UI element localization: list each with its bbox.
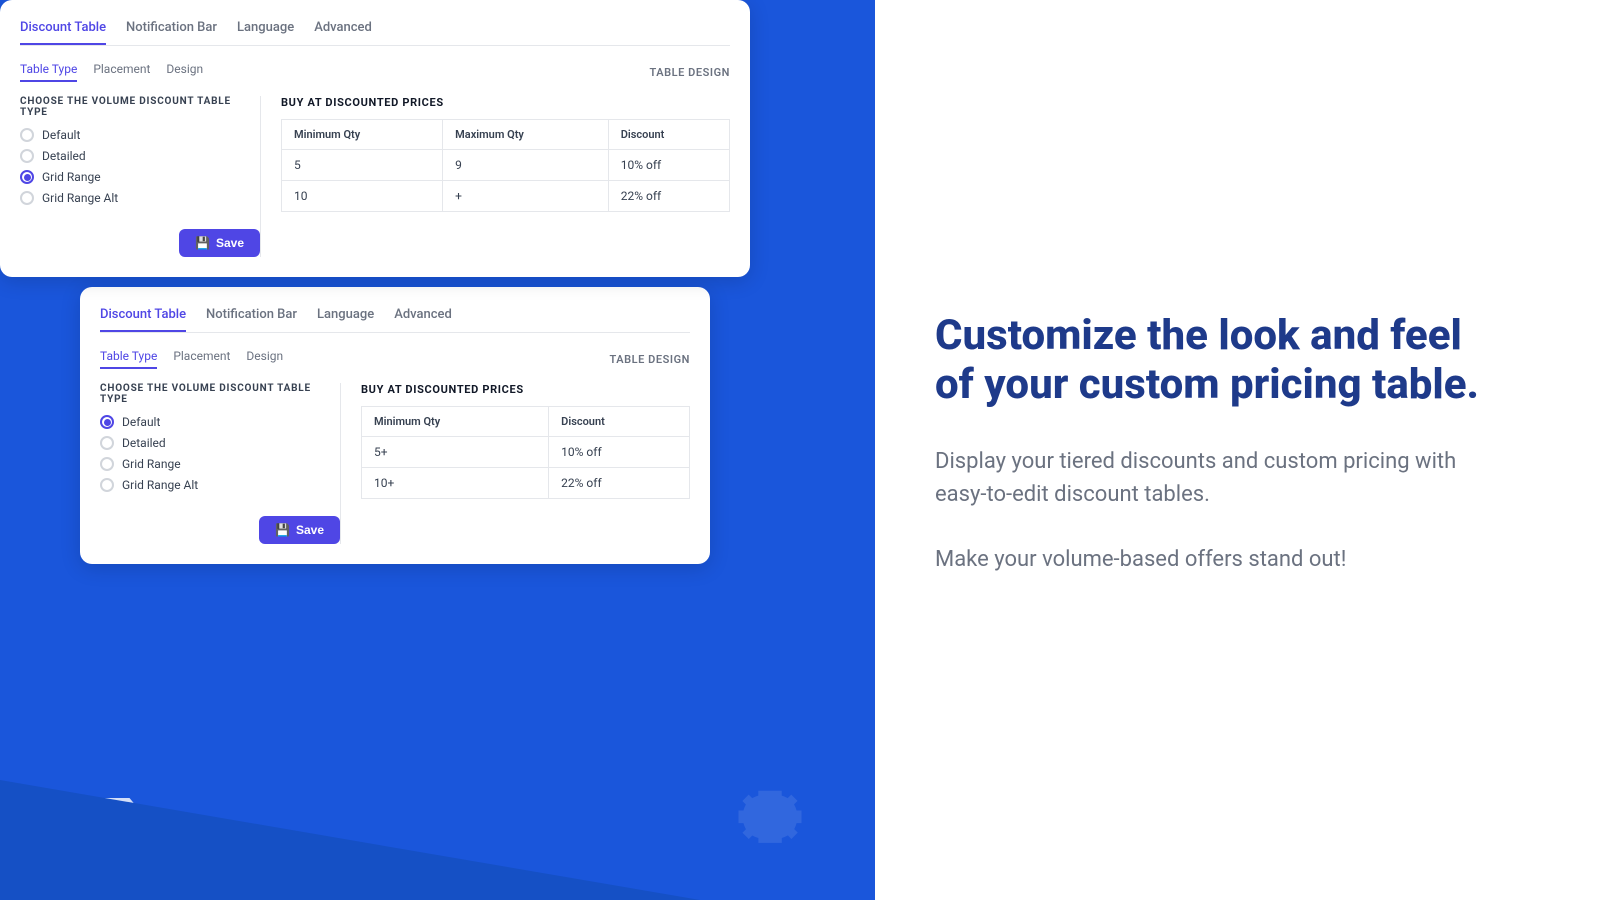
sub-tab-row-front: Table Type Placement Design TABLE DESIGN — [20, 62, 730, 82]
radio-dot-grid-range — [24, 174, 31, 181]
right-panel: Customize the look and feel of your cust… — [875, 0, 1600, 900]
radio-default-back[interactable]: Default — [100, 415, 340, 429]
table-row-1-back: 5+ 10% off — [362, 437, 690, 468]
tab-language-back[interactable]: Language — [317, 307, 374, 332]
radio-circle-detailed — [20, 149, 34, 163]
main-headline: Customize the look and feel of your cust… — [935, 312, 1495, 409]
radio-detailed-front[interactable]: Detailed — [20, 149, 260, 163]
cell-max-1-front: 9 — [443, 150, 609, 181]
right-col-front: BUY AT DISCOUNTED PRICES Minimum Qty Max… — [260, 96, 730, 257]
svg-text:$: $ — [764, 804, 775, 827]
radio-group-front: Default Detailed Grid Range Gri — [20, 128, 260, 205]
cell-min-1-front: 5 — [282, 150, 443, 181]
radio-label-grid-range-alt-back: Grid Range Alt — [122, 478, 198, 492]
radio-label-detailed-back: Detailed — [122, 436, 166, 450]
tab-language-front[interactable]: Language — [237, 20, 294, 45]
save-icon-back: 💾 — [275, 523, 290, 537]
table-row-2-front: 10 + 22% off — [282, 181, 730, 212]
radio-label-grid-range-back: Grid Range — [122, 457, 181, 471]
radio-label-default: Default — [42, 128, 80, 142]
tab-discount-table-back[interactable]: Discount Table — [100, 307, 186, 332]
radio-group-back: Default Detailed Grid Range Grid Range A… — [100, 415, 340, 492]
save-icon: 💾 — [195, 236, 210, 250]
save-button-back[interactable]: 💾 Save — [259, 516, 340, 544]
tab-bar-front: Discount Table Notification Bar Language… — [20, 20, 730, 46]
table-row-1-front: 5 9 10% off — [282, 150, 730, 181]
bottom-diagonal — [0, 780, 700, 900]
save-label-back: Save — [296, 523, 324, 537]
discount-table-title-back: BUY AT DISCOUNTED PRICES — [361, 383, 690, 396]
sub-tab-row-back: Table Type Placement Design TABLE DESIGN — [100, 349, 690, 369]
col-header-discount-back: Discount — [549, 407, 690, 437]
save-label-front: Save — [216, 236, 244, 250]
sub-tab-table-type-back[interactable]: Table Type — [100, 349, 157, 369]
body-text-2: Make your volume-based offers stand out! — [935, 543, 1495, 576]
cell-discount-2-back: 22% off — [549, 468, 690, 499]
left-col-front: CHOOSE THE VOLUME DISCOUNT TABLE TYPE De… — [20, 96, 260, 257]
cell-max-2-front: + — [443, 181, 609, 212]
radio-circle-grid-range — [20, 170, 34, 184]
cell-min-2-front: 10 — [282, 181, 443, 212]
card-inner-back: CHOOSE THE VOLUME DISCOUNT TABLE TYPE De… — [100, 383, 690, 544]
card-back: Discount Table Notification Bar Language… — [80, 287, 710, 564]
save-button-front[interactable]: 💾 Save — [179, 229, 260, 257]
col-header-discount-front: Discount — [608, 120, 729, 150]
radio-label-grid-range-alt: Grid Range Alt — [42, 191, 118, 205]
cell-min-1-back: 5+ — [362, 437, 549, 468]
tab-discount-table-front[interactable]: Discount Table — [20, 20, 106, 45]
radio-circle-default — [20, 128, 34, 142]
cell-discount-2-front: 22% off — [608, 181, 729, 212]
sub-tab-design-front[interactable]: Design — [166, 62, 203, 82]
left-panel: $ Discount Table Notification Bar Langua… — [0, 0, 875, 900]
radio-dot-default-back — [104, 419, 111, 426]
card-inner-front: CHOOSE THE VOLUME DISCOUNT TABLE TYPE De… — [20, 96, 730, 257]
body-text-1: Display your tiered discounts and custom… — [935, 445, 1495, 511]
radio-detailed-back[interactable]: Detailed — [100, 436, 340, 450]
radio-grid-range-back[interactable]: Grid Range — [100, 457, 340, 471]
discount-table-front: Minimum Qty Maximum Qty Discount 5 9 10%… — [281, 119, 730, 212]
table-design-label-back: TABLE DESIGN — [609, 353, 690, 366]
sub-tab-placement-back[interactable]: Placement — [173, 349, 230, 369]
cell-min-2-back: 10+ — [362, 468, 549, 499]
radio-grid-range-alt-front[interactable]: Grid Range Alt — [20, 191, 260, 205]
discount-table-title-front: BUY AT DISCOUNTED PRICES — [281, 96, 730, 109]
radio-circle-grid-range-alt — [20, 191, 34, 205]
card-front: Discount Table Notification Bar Language… — [0, 0, 750, 277]
left-col-back: CHOOSE THE VOLUME DISCOUNT TABLE TYPE De… — [100, 383, 340, 544]
col-header-max-qty-front: Maximum Qty — [443, 120, 609, 150]
cell-discount-1-front: 10% off — [608, 150, 729, 181]
radio-label-grid-range: Grid Range — [42, 170, 101, 184]
tab-bar-back: Discount Table Notification Bar Language… — [100, 307, 690, 333]
cell-discount-1-back: 10% off — [549, 437, 690, 468]
section-heading-front: CHOOSE THE VOLUME DISCOUNT TABLE TYPE — [20, 96, 260, 118]
radio-grid-range-alt-back[interactable]: Grid Range Alt — [100, 478, 340, 492]
gear-bottom-right-icon: $ — [725, 770, 815, 860]
tab-notification-bar-front[interactable]: Notification Bar — [126, 20, 217, 45]
sub-tab-placement-front[interactable]: Placement — [93, 62, 150, 82]
col-header-min-qty-back: Minimum Qty — [362, 407, 549, 437]
section-heading-back: CHOOSE THE VOLUME DISCOUNT TABLE TYPE — [100, 383, 340, 405]
tab-advanced-back[interactable]: Advanced — [394, 307, 452, 332]
discount-table-back: Minimum Qty Discount 5+ 10% off 10+ 22% … — [361, 406, 690, 499]
tab-notification-bar-back[interactable]: Notification Bar — [206, 307, 297, 332]
table-row-2-back: 10+ 22% off — [362, 468, 690, 499]
radio-label-default-back: Default — [122, 415, 160, 429]
radio-circle-detailed-back — [100, 436, 114, 450]
tab-advanced-front[interactable]: Advanced — [314, 20, 372, 45]
radio-default-front[interactable]: Default — [20, 128, 260, 142]
radio-circle-grid-range-back — [100, 457, 114, 471]
table-design-label-front: TABLE DESIGN — [649, 66, 730, 79]
right-col-back: BUY AT DISCOUNTED PRICES Minimum Qty Dis… — [340, 383, 690, 544]
radio-grid-range-front[interactable]: Grid Range — [20, 170, 260, 184]
sub-tab-design-back[interactable]: Design — [246, 349, 283, 369]
radio-label-detailed: Detailed — [42, 149, 86, 163]
sub-tab-table-type-front[interactable]: Table Type — [20, 62, 77, 82]
col-header-min-qty-front: Minimum Qty — [282, 120, 443, 150]
radio-circle-grid-range-alt-back — [100, 478, 114, 492]
radio-circle-default-back — [100, 415, 114, 429]
